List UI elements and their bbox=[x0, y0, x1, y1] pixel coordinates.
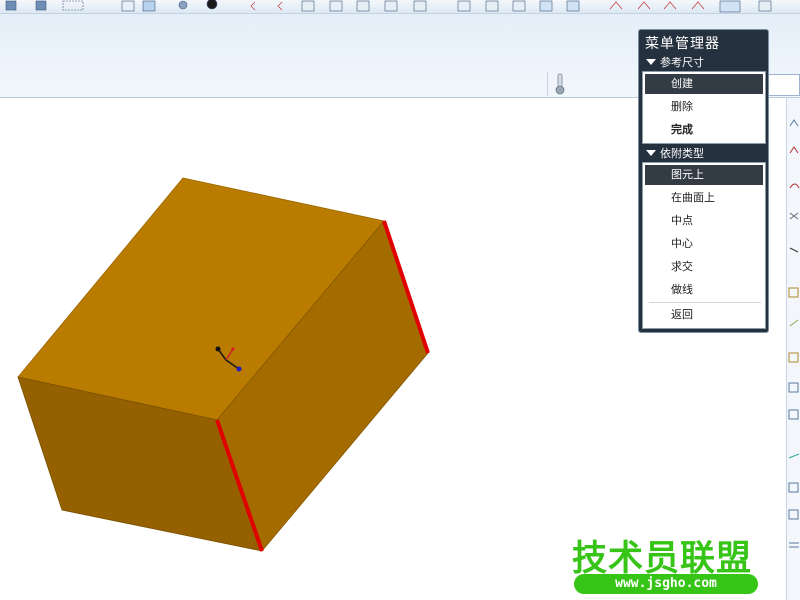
menu-divider bbox=[649, 302, 761, 303]
watermark-logo: 技术员联盟 www.jsgho.com bbox=[566, 530, 766, 600]
extra-icon bbox=[758, 0, 772, 12]
shell-icon bbox=[788, 509, 799, 520]
line-icon bbox=[789, 146, 799, 154]
datum-axis-icon bbox=[637, 1, 651, 10]
section-title: 参考尺寸 bbox=[660, 56, 704, 69]
rib-icon bbox=[789, 542, 799, 548]
point-icon bbox=[789, 212, 799, 220]
menu-item-on-surface[interactable]: 在曲面上 bbox=[645, 188, 763, 208]
arrow-left-icon-2 bbox=[277, 1, 283, 11]
paste-icon bbox=[356, 0, 370, 12]
datum-csys-icon bbox=[691, 1, 705, 10]
revolve-icon bbox=[788, 382, 799, 393]
section-header-attach-type[interactable]: 依附类型 bbox=[642, 146, 766, 161]
no-hidden-icon bbox=[539, 0, 553, 12]
dimension-icon bbox=[789, 247, 799, 253]
menu-item-midpoint[interactable]: 中点 bbox=[645, 211, 763, 231]
menu-item-center[interactable]: 中心 bbox=[645, 234, 763, 254]
refit-icon bbox=[142, 0, 156, 12]
sketch-icon bbox=[789, 119, 799, 127]
view-icon bbox=[121, 0, 135, 12]
list-icon bbox=[5, 0, 17, 11]
menu-manager-panel: 菜单管理器 参考尺寸 创建 删除 完成 依附类型 图元上 在曲面上 中点 中心 … bbox=[638, 29, 769, 333]
app-window: 菜单管理器 参考尺寸 创建 删除 完成 依附类型 图元上 在曲面上 中点 中心 … bbox=[0, 0, 800, 600]
menu-item-return[interactable]: 返回 bbox=[645, 305, 763, 325]
status-field[interactable] bbox=[766, 74, 800, 96]
section-header-ref-dim[interactable]: 参考尺寸 bbox=[642, 55, 766, 70]
zoom-icon bbox=[301, 0, 315, 12]
spin-icon bbox=[178, 0, 188, 10]
blend-icon bbox=[788, 453, 800, 459]
grid-icon bbox=[413, 0, 427, 12]
shaded-icon bbox=[566, 0, 580, 12]
sweep-icon bbox=[788, 409, 799, 420]
extrude-icon bbox=[788, 352, 799, 363]
menu-item-delete[interactable]: 删除 bbox=[645, 97, 763, 117]
select-box-icon bbox=[62, 0, 84, 11]
toolbar-separator bbox=[547, 72, 548, 96]
constraint-icon bbox=[788, 287, 799, 298]
datum-point-icon bbox=[663, 1, 677, 10]
thermometer-icon bbox=[555, 73, 565, 95]
datum-plane-icon bbox=[609, 1, 623, 10]
copy-icon bbox=[329, 0, 343, 12]
trim-icon bbox=[789, 319, 799, 327]
shade-icon bbox=[457, 0, 471, 12]
hole-icon bbox=[788, 482, 799, 493]
watermark-url: www.jsgho.com bbox=[574, 574, 758, 594]
section-panel-ref-dim: 创建 删除 完成 bbox=[642, 71, 766, 144]
menu-item-create[interactable]: 创建 bbox=[645, 74, 763, 94]
section-panel-attach-type: 图元上 在曲面上 中点 中心 求交 做线 返回 bbox=[642, 162, 766, 329]
main-toolbar bbox=[0, 0, 800, 14]
hidden-icon bbox=[512, 0, 526, 12]
menu-item-done[interactable]: 完成 bbox=[645, 120, 763, 140]
layer-icon bbox=[384, 0, 398, 12]
menu-item-make-line[interactable]: 做线 bbox=[645, 280, 763, 300]
toolbar-icons bbox=[5, 0, 772, 13]
menu-manager-title: 菜单管理器 bbox=[645, 36, 720, 52]
window-icon bbox=[35, 0, 47, 11]
collapse-triangle-icon bbox=[646, 59, 656, 65]
right-toolbar bbox=[786, 98, 800, 600]
wireframe-icon bbox=[485, 0, 499, 12]
arrow-left-icon bbox=[250, 1, 256, 11]
menu-item-intersect[interactable]: 求交 bbox=[645, 257, 763, 277]
section-title: 依附类型 bbox=[660, 147, 704, 160]
sphere-icon bbox=[206, 0, 218, 10]
annotation-icon bbox=[719, 0, 741, 13]
collapse-triangle-icon bbox=[646, 150, 656, 156]
menu-item-on-entity[interactable]: 图元上 bbox=[645, 165, 763, 185]
arc-icon bbox=[789, 183, 800, 189]
right-toolbar-icons bbox=[788, 119, 800, 548]
